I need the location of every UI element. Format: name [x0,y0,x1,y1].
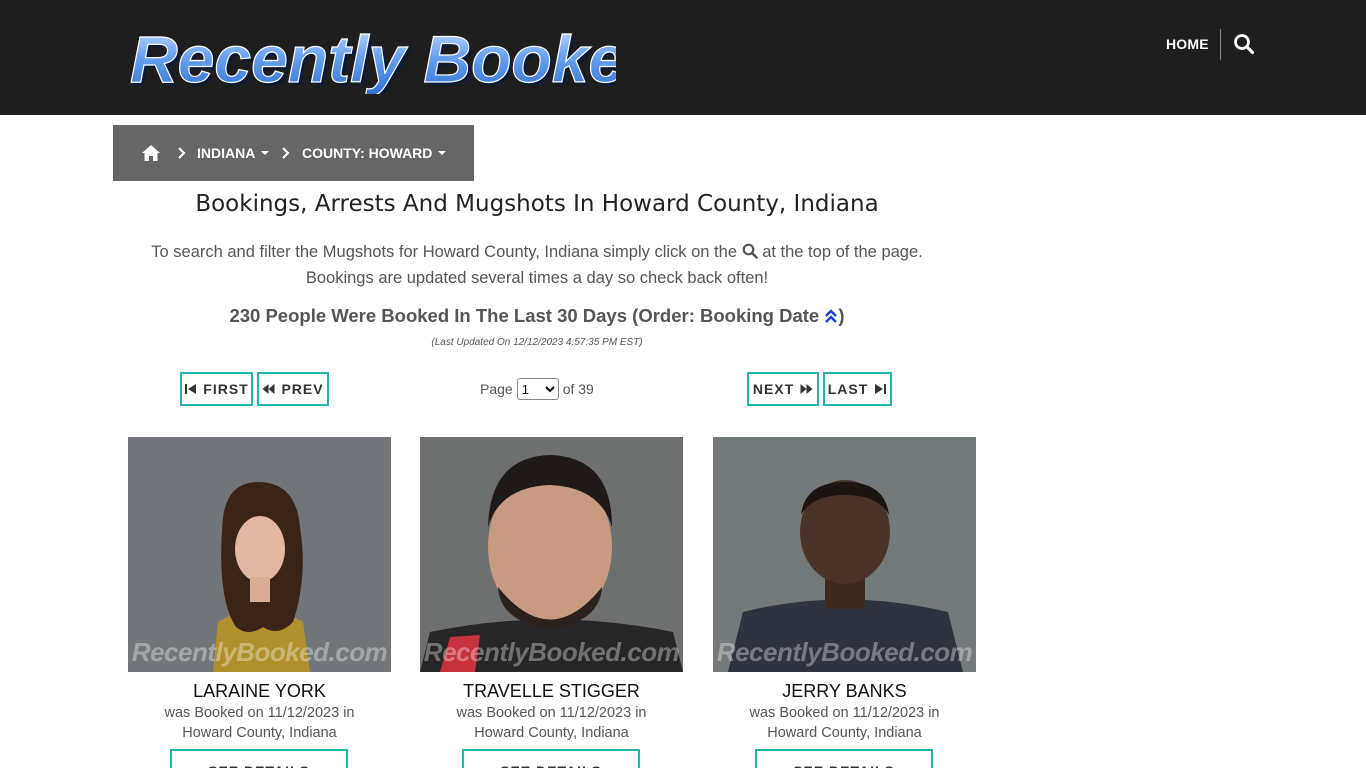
next-page-button[interactable]: NEXT [747,372,819,406]
intro-text-line2: Bookings are updated several times a day… [305,269,769,287]
mugshot-photo[interactable]: RecentlyBooked.com [713,437,976,672]
prev-page-button[interactable]: PREV [257,372,329,406]
breadcrumb-county-dropdown[interactable]: COUNTY: HOWARD [302,145,447,161]
first-page-label: FIRST [203,381,249,397]
nav-home-link[interactable]: HOME [1166,36,1209,52]
intro-text-part2: at the top of the page. [762,243,923,261]
caret-down-icon [261,151,270,156]
booking-location-text: Howard County, Indiana [474,725,629,741]
booking-info: was Booked on 11/12/2023 in Howard Count… [713,703,976,743]
last-page-button[interactable]: LAST [823,372,892,406]
prev-page-label: PREV [281,381,324,397]
search-icon[interactable] [1233,33,1255,55]
next-page-label: NEXT [752,381,795,397]
booking-date-text: was Booked on 11/12/2023 in [749,705,940,721]
nav-divider [1220,29,1221,60]
caret-down-icon [438,151,447,156]
person-name[interactable]: JERRY BANKS [713,681,976,702]
home-icon[interactable] [141,144,161,162]
booking-date-text: was Booked on 11/12/2023 in [164,705,355,721]
intro-text-part1: To search and filter the Mugshots for Ho… [151,243,737,261]
photo-watermark: RecentlyBooked.com [131,637,388,667]
search-icon [742,243,758,259]
person-name[interactable]: LARAINE YORK [128,681,391,702]
see-details-button[interactable]: SEE DETAILS [462,749,640,768]
page-selector: Page 1 of 39 [480,378,594,400]
double-chevron-up-icon[interactable] [824,308,838,324]
chevron-right-icon [282,147,290,159]
see-details-button[interactable]: SEE DETAILS [755,749,933,768]
booking-location-text: Howard County, Indiana [767,725,922,741]
skip-back-icon [185,384,197,394]
booking-count-text: 230 People Were Booked In The Last 30 Da… [229,305,820,326]
booking-info: was Booked on 11/12/2023 in Howard Count… [128,703,391,743]
booking-date-text: was Booked on 11/12/2023 in [456,705,647,721]
page-select[interactable]: 1 [516,378,559,400]
last-updated: (Last Updated On 12/12/2023 4:57:35 PM E… [431,337,643,348]
breadcrumb: INDIANA COUNTY: HOWARD [113,125,474,181]
breadcrumb-state-label: INDIANA [197,145,256,161]
page-total: of 39 [562,381,594,397]
intro-text: To search and filter the Mugshots for Ho… [113,239,961,291]
booking-info: was Booked on 11/12/2023 in Howard Count… [420,703,683,743]
booking-location-text: Howard County, Indiana [182,725,337,741]
page-label: Page [480,381,513,397]
mugshot-photo[interactable]: RecentlyBooked.com [128,437,391,672]
last-page-label: LAST [827,381,869,397]
booking-count: 230 People Were Booked In The Last 30 Da… [113,305,961,327]
first-page-button[interactable]: FIRST [180,372,253,406]
see-details-button[interactable]: SEE DETAILS [170,749,348,768]
mugshot-photo[interactable]: RecentlyBooked.com [420,437,683,672]
person-name[interactable]: TRAVELLE STIGGER [420,681,683,702]
breadcrumb-state-dropdown[interactable]: INDIANA [197,145,270,161]
page-title: Bookings, Arrests And Mugshots In Howard… [195,191,879,217]
fast-forward-icon [800,384,813,394]
rewind-icon [262,384,275,394]
site-logo[interactable]: Recently Booked Recently Booked [126,16,616,94]
chevron-right-icon [178,147,186,159]
photo-watermark: RecentlyBooked.com [423,637,680,667]
logo-text: Recently Booked [130,22,616,94]
site-header: Recently Booked Recently Booked HOME [0,0,1366,115]
booking-count-close: ) [838,305,845,326]
photo-watermark: RecentlyBooked.com [716,637,973,667]
breadcrumb-county-label: COUNTY: HOWARD [302,145,433,161]
skip-forward-icon [875,384,887,394]
